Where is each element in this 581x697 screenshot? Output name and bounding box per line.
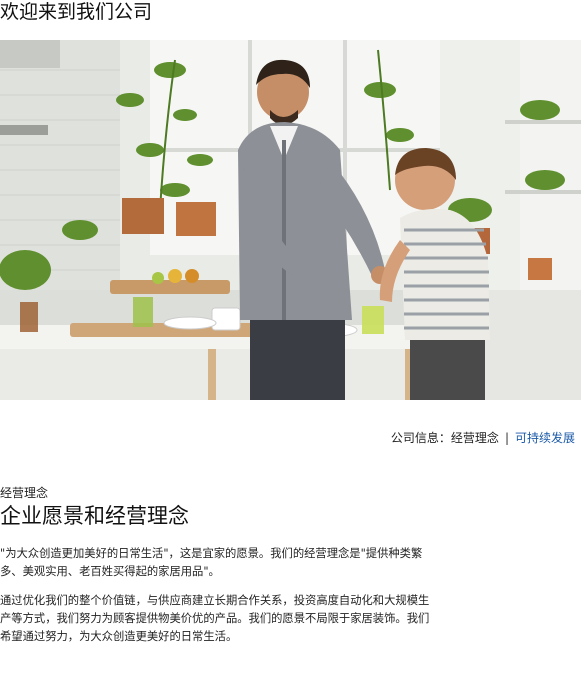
body-paragraph-approach: 通过优化我们的整个价值链，与供应商建立长期合作关系，投资高度自动化和大规模生产等… [0, 594, 430, 643]
breadcrumb-current: 公司信息：经营理念 [390, 431, 499, 445]
section-kicker: 经营理念 [0, 486, 49, 500]
hero-kitchen-photo [0, 40, 581, 400]
body-paragraph-vision: "为大众创造更加美好的日常生活"，这是宜家的愿景。我们的经营理念是"提供种类繁多… [0, 547, 423, 578]
breadcrumb-separator: | [504, 431, 509, 445]
page-title: 欢迎来到我们公司 [0, 1, 153, 23]
breadcrumb: 公司信息：经营理念 | 可持续发展 [391, 430, 575, 446]
breadcrumb-link-sustainability[interactable]: 可持续发展 [515, 431, 575, 445]
section-heading: 企业愿景和经营理念 [0, 504, 189, 528]
hero-image [0, 40, 581, 400]
